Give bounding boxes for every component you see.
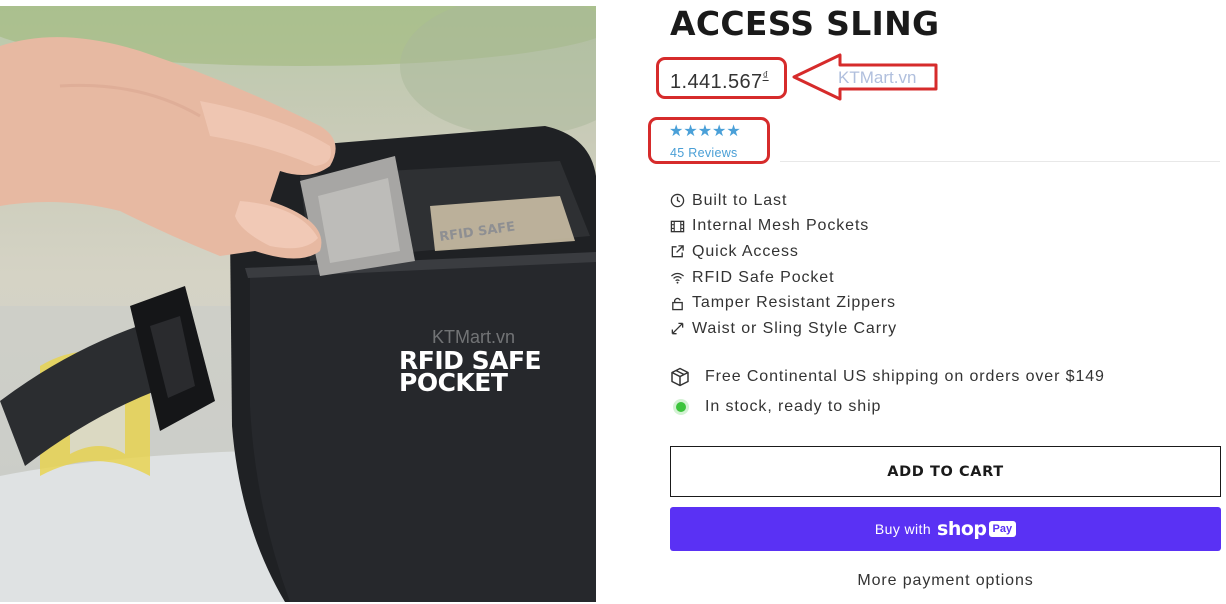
external-link-icon xyxy=(670,244,692,259)
feature-item: Internal Mesh Pockets xyxy=(670,214,897,240)
price-value: 1.441.567 xyxy=(670,71,763,93)
stock-dot-icon xyxy=(676,402,686,412)
feature-label: Internal Mesh Pockets xyxy=(692,217,870,235)
stock-text: In stock, ready to ship xyxy=(705,398,882,415)
feature-label: RFID Safe Pocket xyxy=(692,268,835,286)
sling-bag-photo: RFID SAFE xyxy=(0,6,596,602)
feature-item: Quick Access xyxy=(670,239,897,265)
feature-item: Tamper Resistant Zippers xyxy=(670,290,897,316)
box-icon xyxy=(670,367,705,387)
reviews-link[interactable]: 45 Reviews xyxy=(670,146,738,160)
annotation-watermark: KTMart.vn xyxy=(838,68,917,87)
film-icon xyxy=(670,219,692,234)
shop-logo: shop xyxy=(937,518,987,540)
currency-symbol: ₫ xyxy=(762,70,769,82)
more-payment-options-link[interactable]: More payment options xyxy=(670,572,1221,590)
shipping-info: Free Continental US shipping on orders o… xyxy=(670,367,1105,387)
add-to-cart-button[interactable]: ADD TO CART xyxy=(670,446,1221,497)
feature-label: Tamper Resistant Zippers xyxy=(692,294,896,312)
rating-stars-icon[interactable]: ★★★★★ xyxy=(669,121,741,141)
resize-arrow-icon xyxy=(670,321,692,336)
clock-icon xyxy=(670,193,692,208)
shipping-text: Free Continental US shipping on orders o… xyxy=(705,368,1105,385)
feature-label: Quick Access xyxy=(692,242,799,260)
feature-item: RFID Safe Pocket xyxy=(670,265,897,291)
stock-status: In stock, ready to ship xyxy=(670,398,881,416)
product-title: ACCESS SLING xyxy=(670,4,940,43)
product-image[interactable]: RFID SAFE KTMart.vn RFID SAFE POCKET xyxy=(0,6,596,602)
feature-item: Waist or Sling Style Carry xyxy=(670,316,897,342)
shop-pay-button[interactable]: Buy with shop Pay xyxy=(670,507,1221,551)
photo-caption: RFID SAFE POCKET xyxy=(399,346,542,397)
lock-icon xyxy=(670,296,692,311)
divider xyxy=(780,161,1220,162)
photo-watermark: KTMart.vn xyxy=(432,327,516,347)
wifi-icon xyxy=(670,270,692,285)
feature-label: Built to Last xyxy=(692,191,788,209)
feature-list: Built to Last Internal Mesh Pockets Quic… xyxy=(670,188,897,342)
buy-with-label: Buy with xyxy=(874,521,932,537)
product-info: ACCESS SLING 1.441.567₫ KTMart.vn ★★★★★ … xyxy=(648,0,1226,604)
feature-label: Waist or Sling Style Carry xyxy=(692,319,898,337)
pay-badge: Pay xyxy=(988,521,1017,537)
product-price: 1.441.567₫ xyxy=(670,70,769,94)
feature-item: Built to Last xyxy=(670,188,897,214)
